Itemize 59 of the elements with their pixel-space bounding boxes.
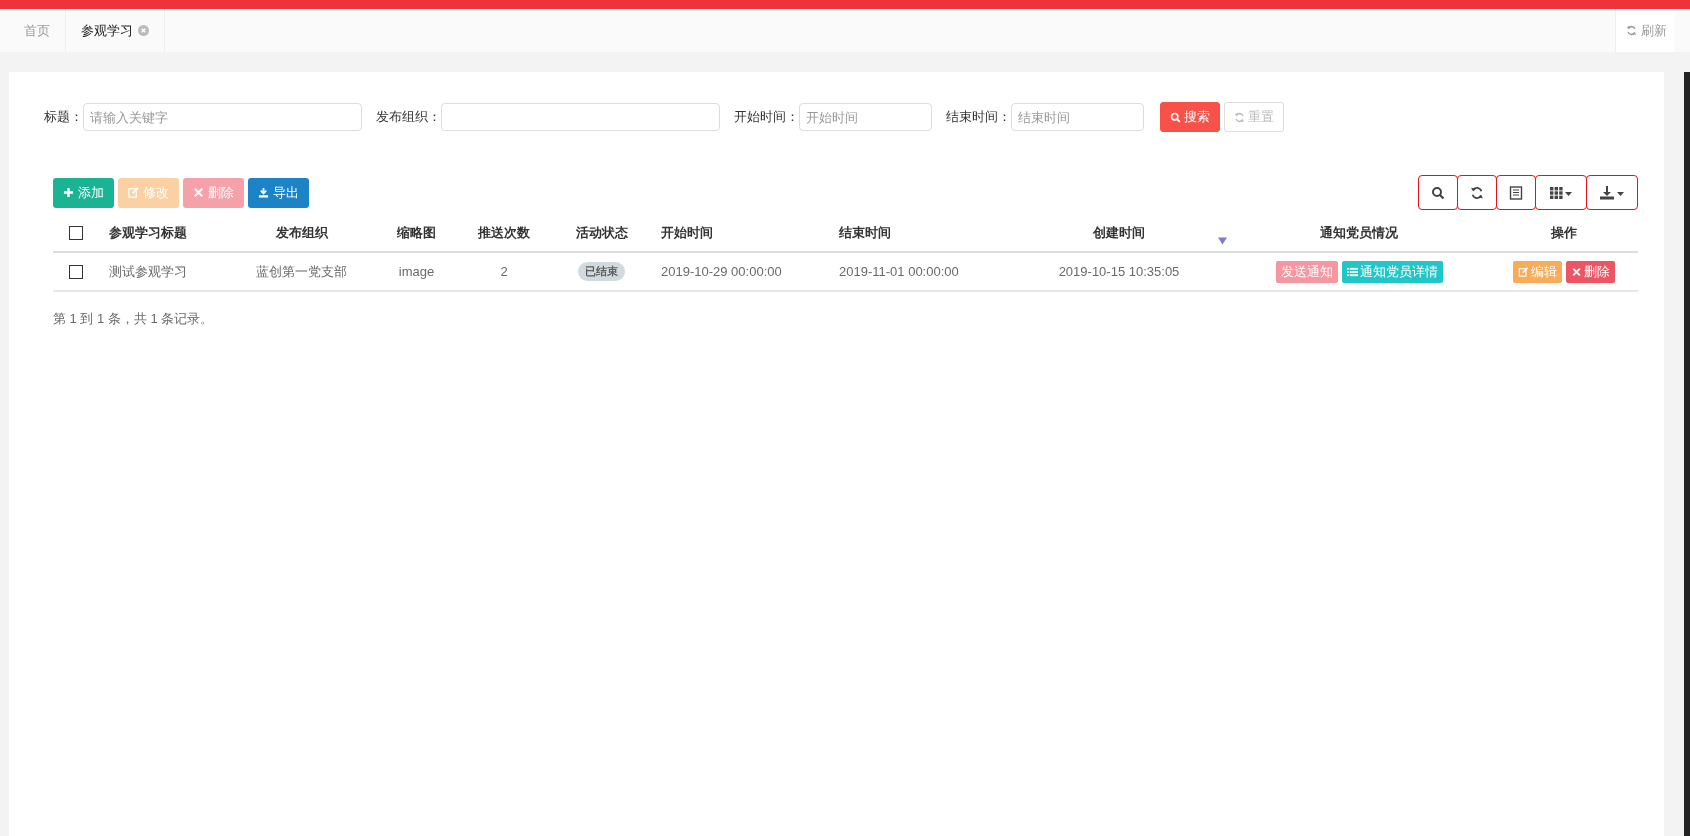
refresh-icon xyxy=(1626,25,1637,36)
search-button[interactable] xyxy=(1418,175,1458,210)
column-header[interactable]: 开始时间 xyxy=(661,224,713,242)
table-cell: 2019-10-29 00:00:00 xyxy=(661,264,782,279)
toolbar-button[interactable]: 添加 xyxy=(53,177,114,208)
column-header[interactable]: 参观学习标题 xyxy=(109,224,187,242)
filter-label: 标题： xyxy=(44,108,83,126)
filter-input[interactable]: 请输入关键字 xyxy=(83,103,362,131)
list-icon xyxy=(1509,185,1523,200)
pencil-square-icon xyxy=(128,187,139,198)
grid-caret-icon xyxy=(1549,185,1573,200)
filter-input[interactable] xyxy=(441,103,720,131)
filter-label: 开始时间： xyxy=(734,108,799,126)
export-dropdown-button[interactable] xyxy=(1586,175,1638,210)
delete-button[interactable]: 删除 xyxy=(1565,260,1615,283)
table-cell: 蓝创第一党支部 xyxy=(256,262,347,281)
table-cell: 2 xyxy=(500,264,508,279)
row-checkbox[interactable] xyxy=(69,264,83,279)
page-tab[interactable]: 首页 xyxy=(0,9,66,52)
list-icon xyxy=(1346,266,1358,277)
table-cell: 2019-11-01 00:00:00 xyxy=(839,264,959,279)
columns-dropdown-button[interactable] xyxy=(1535,175,1587,210)
pencil-square-icon xyxy=(1517,266,1529,277)
refresh-button[interactable]: 刷新 xyxy=(1615,9,1675,52)
table-cell: 2019-10-15 10:35:05 xyxy=(1058,264,1180,279)
column-header[interactable]: 通知党员情况 xyxy=(1320,224,1398,242)
filter-label: 发布组织： xyxy=(376,108,441,126)
filter-input[interactable]: 结束时间 xyxy=(1011,103,1144,131)
toolbar-button[interactable]: 导出 xyxy=(248,177,309,208)
pagination-info: 第 1 到 1 条，共 1 条记录。 xyxy=(53,311,214,326)
column-header[interactable]: 操作 xyxy=(1550,224,1577,242)
send-notice-button[interactable]: 发送通知 xyxy=(1275,260,1338,283)
plus-icon xyxy=(63,187,74,198)
column-header[interactable]: 创建时间 xyxy=(1093,224,1145,242)
download-icon xyxy=(258,187,269,198)
column-header[interactable]: 发布组织 xyxy=(275,224,328,242)
cross-icon xyxy=(193,187,204,198)
table-cell: 测试参观学习 xyxy=(109,262,187,281)
column-header[interactable]: 结束时间 xyxy=(839,224,891,242)
refresh-button[interactable] xyxy=(1457,175,1497,210)
search-button[interactable]: 搜索 xyxy=(1160,102,1220,132)
column-header[interactable]: 活动状态 xyxy=(575,224,628,242)
select-all-checkbox[interactable] xyxy=(69,226,83,240)
filter-label: 结束时间： xyxy=(946,108,1011,126)
refresh-icon xyxy=(1470,185,1484,200)
sort-icon[interactable] xyxy=(1218,237,1227,245)
search-icon xyxy=(1431,185,1445,200)
filter-input[interactable]: 开始时间 xyxy=(799,103,932,131)
table-cell: image xyxy=(398,264,435,279)
status-badge: 已结束 xyxy=(578,262,625,281)
download-caret-icon xyxy=(1600,185,1624,200)
page-tab[interactable]: 参观学习 xyxy=(66,9,165,52)
cross-icon xyxy=(1570,266,1582,277)
search-icon xyxy=(1170,111,1181,123)
refresh-icon xyxy=(1234,111,1245,123)
column-header[interactable]: 缩略图 xyxy=(397,224,436,242)
card-view-button[interactable] xyxy=(1496,175,1536,210)
notice-detail-button[interactable]: 通知党员详情 xyxy=(1341,260,1443,283)
column-header[interactable]: 推送次数 xyxy=(478,224,530,242)
